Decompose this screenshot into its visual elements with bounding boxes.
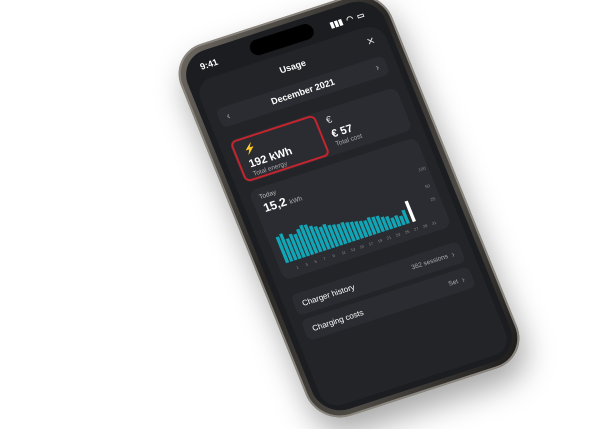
chart-xlabel: 29 [422, 223, 429, 229]
charger-history-value: 382 sessions [410, 252, 450, 271]
chart-xlabel: 5 [314, 259, 319, 265]
chart-xlabel: 7 [323, 256, 328, 262]
wifi-icon: ◠ [344, 13, 355, 24]
chart-ylabel: 25 [430, 196, 437, 202]
chevron-right-icon: › [459, 274, 467, 285]
chart-ylabel: 50 [424, 183, 431, 189]
signal-icon: ▮▮▮ [328, 16, 345, 30]
today-value-unit: kWh [288, 195, 304, 206]
chart-xlabel: 9 [332, 253, 337, 259]
stage: 9:41 ▮▮▮ ◠ ▭ Usage × ‹ December 2021 › ⚡… [0, 0, 600, 429]
chart-xlabel: 13 [350, 246, 357, 252]
chevron-left-icon[interactable]: ‹ [225, 110, 232, 121]
chart-xlabel: 11 [341, 249, 348, 255]
usage-sheet: Usage × ‹ December 2021 › ⚡ 192 kWh Tota… [193, 22, 513, 411]
chart-xlabel: 1 [296, 265, 301, 271]
status-icons: ▮▮▮ ◠ ▭ [328, 10, 365, 29]
chart-ylabel: 100 [418, 165, 427, 172]
phone-frame: 9:41 ▮▮▮ ◠ ▭ Usage × ‹ December 2021 › ⚡… [168, 0, 530, 427]
charger-history-meta: 382 sessions › [410, 249, 457, 272]
charging-costs-meta: Set › [447, 274, 467, 288]
chart-xlabel: 23 [395, 232, 402, 238]
chart-xlabel: 3 [305, 262, 310, 268]
chart-xlabel: 27 [413, 226, 420, 232]
phone-screen: 9:41 ▮▮▮ ◠ ▭ Usage × ‹ December 2021 › ⚡… [177, 0, 521, 418]
chart-xlabel: 19 [377, 237, 384, 243]
chevron-right-icon[interactable]: › [374, 62, 381, 73]
chart-xlabel: 31 [431, 220, 438, 226]
charger-history-label: Charger history [300, 282, 356, 308]
chart-xlabel: 21 [386, 234, 393, 240]
chart-xlabel: 17 [368, 240, 375, 246]
charging-costs-value: Set [447, 277, 460, 288]
chevron-right-icon: › [449, 249, 457, 260]
chart-xlabel: 25 [404, 229, 411, 235]
chart-xlabel: 15 [359, 243, 366, 249]
status-time: 9:41 [198, 56, 220, 72]
battery-icon: ▭ [355, 9, 366, 21]
month-label: December 2021 [269, 76, 337, 107]
charging-costs-label: Charging costs [310, 307, 365, 333]
